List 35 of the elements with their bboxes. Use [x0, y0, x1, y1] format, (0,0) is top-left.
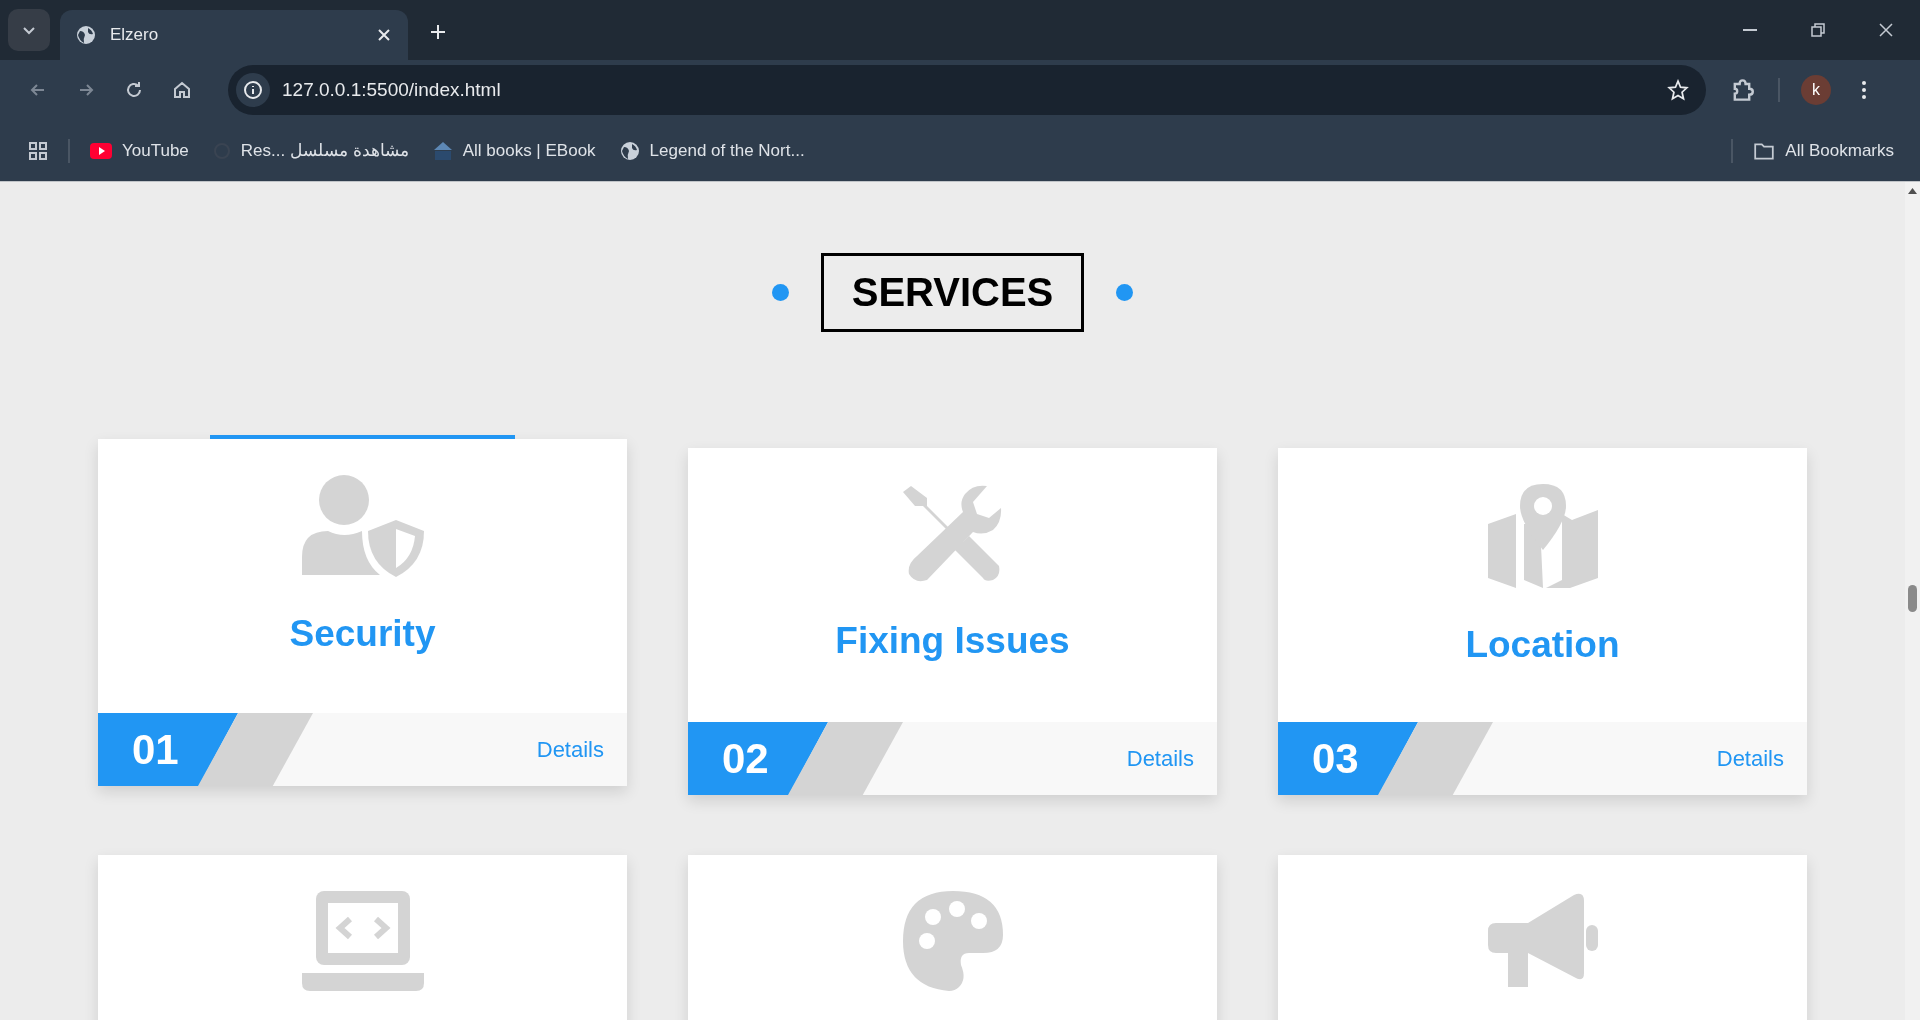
bookmark[interactable]: All books | EBook — [422, 134, 606, 167]
card-title: Security — [289, 613, 436, 655]
section-title: SERVICES — [820, 253, 1085, 332]
laptop-code-icon — [301, 891, 424, 991]
menu-icon — [1861, 80, 1867, 100]
palette-icon — [902, 891, 1003, 991]
address-bar[interactable]: 127.0.0.1:5500/index.html — [228, 65, 1706, 115]
star-icon — [1667, 79, 1689, 101]
grid-icon — [28, 140, 48, 161]
globe-icon — [619, 140, 640, 161]
dot-ornament — [771, 284, 789, 301]
url-text: 127.0.0.1:5500/index.html — [282, 79, 502, 101]
restore-icon — [1808, 20, 1828, 40]
browser-tab[interactable]: Elzero — [60, 10, 408, 60]
all-bookmarks-button[interactable]: All Bookmarks — [1743, 133, 1904, 168]
bookmark[interactable]: Res... مشاهدة مسلسل — [202, 134, 419, 167]
dot-ornament — [1116, 284, 1134, 301]
scrollbar[interactable] — [1905, 182, 1920, 1020]
reload-icon — [124, 80, 144, 100]
wrench-screwdriver-icon — [902, 484, 1003, 584]
home-icon — [172, 80, 192, 100]
scrollbar-thumb[interactable] — [1908, 585, 1917, 612]
building-icon — [432, 140, 453, 161]
user-shield-icon — [301, 475, 424, 577]
globe-icon — [76, 25, 96, 45]
minimize-icon — [1743, 29, 1757, 31]
map-pin-icon — [1487, 484, 1598, 588]
play-logo-icon — [90, 142, 112, 159]
plus-icon — [428, 22, 448, 42]
info-icon — [243, 80, 263, 100]
bookmark[interactable]: Legend of the Nort... — [609, 134, 815, 167]
card-title: Fixing Issues — [835, 620, 1070, 662]
bookmark[interactable]: YouTube — [80, 134, 199, 167]
card-title: Location — [1465, 624, 1620, 666]
scroll-up-icon — [1908, 188, 1917, 194]
